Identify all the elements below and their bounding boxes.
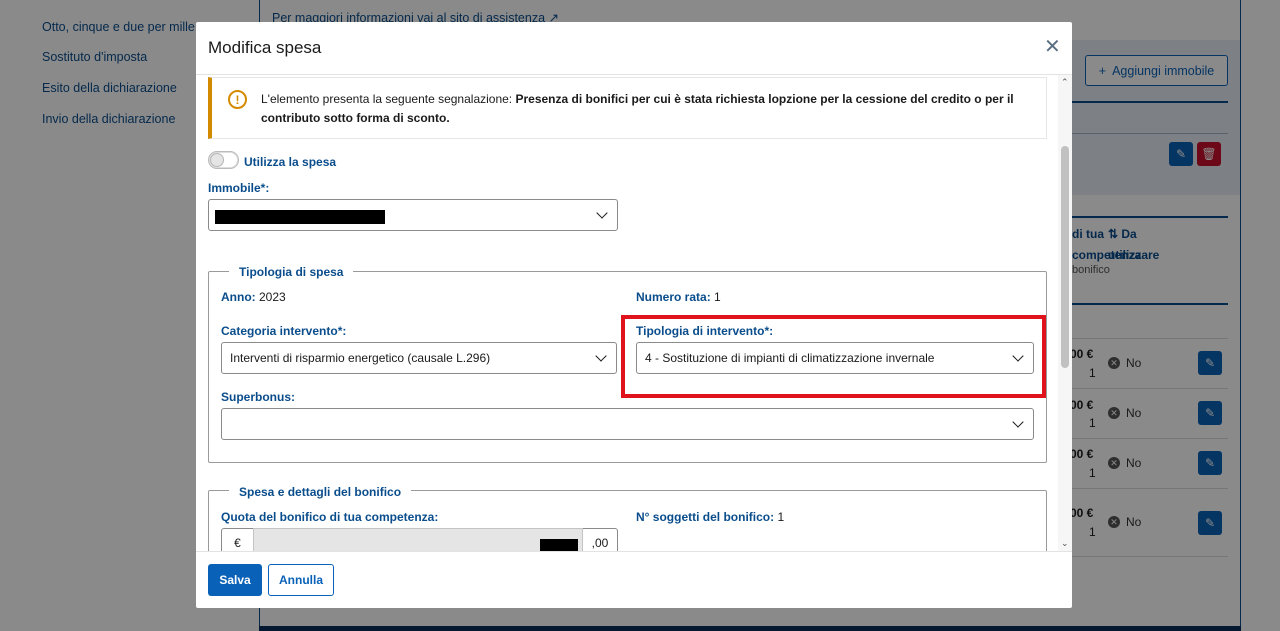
modal-scrollbar[interactable]: ⌃ ⌄ bbox=[1058, 75, 1072, 551]
warning-icon: ! bbox=[228, 90, 247, 109]
anno-value: 2023 bbox=[259, 290, 286, 304]
alert-prefix: L'elemento presenta la seguente segnalaz… bbox=[261, 92, 516, 106]
utilizza-spesa-toggle[interactable] bbox=[208, 151, 239, 169]
redacted-value bbox=[215, 210, 385, 224]
currency-prefix: € bbox=[221, 528, 253, 551]
anno-label: Anno: bbox=[221, 290, 256, 304]
immobile-select[interactable] bbox=[208, 199, 618, 231]
numero-rata-value: 1 bbox=[714, 290, 721, 304]
redacted-value bbox=[540, 539, 578, 551]
warning-alert: ! L'elemento presenta la seguente segnal… bbox=[208, 77, 1047, 139]
scroll-down-icon[interactable]: ⌄ bbox=[1061, 538, 1069, 549]
scroll-thumb[interactable] bbox=[1061, 146, 1069, 368]
toggle-label: Utilizza la spesa bbox=[244, 155, 337, 169]
categoria-label: Categoria intervento*: bbox=[221, 324, 347, 338]
modifica-spesa-modal: Modifica spesa ✕ ! L'elemento presenta l… bbox=[196, 22, 1072, 608]
anno-field: Anno: 2023 bbox=[221, 290, 286, 304]
modal-title: Modifica spesa bbox=[208, 38, 322, 57]
tipologia-spesa-legend: Tipologia di spesa bbox=[229, 265, 354, 279]
soggetti-value: 1 bbox=[777, 510, 785, 524]
scroll-up-icon[interactable]: ⌃ bbox=[1061, 77, 1069, 88]
modal-footer: Salva Annulla bbox=[196, 553, 1072, 608]
numero-rata-field: Numero rata: 1 bbox=[636, 290, 721, 304]
cancel-button[interactable]: Annulla bbox=[268, 564, 334, 596]
modal-body[interactable]: ! L'elemento presenta la seguente segnal… bbox=[196, 74, 1072, 552]
categoria-select[interactable]: Interventi di risparmio energetico (caus… bbox=[221, 342, 617, 374]
numero-rata-label: Numero rata: bbox=[636, 290, 711, 304]
quota-input-group: € ,00 bbox=[221, 528, 618, 551]
chevron-down-icon bbox=[596, 207, 608, 219]
highlight-box bbox=[621, 315, 1046, 398]
chevron-down-icon bbox=[1012, 416, 1024, 428]
superbonus-label: Superbonus: bbox=[221, 390, 295, 404]
chevron-down-icon bbox=[595, 350, 607, 362]
quota-label: Quota del bonifico di tua competenza: bbox=[221, 510, 439, 524]
save-button[interactable]: Salva bbox=[208, 564, 262, 596]
close-icon[interactable]: ✕ bbox=[1044, 37, 1061, 57]
superbonus-select[interactable] bbox=[221, 408, 1034, 440]
soggetti-label: N° soggetti del bonifico: bbox=[636, 510, 775, 524]
categoria-value: Interventi di risparmio energetico (caus… bbox=[230, 351, 491, 365]
alert-text: L'elemento presenta la seguente segnalaz… bbox=[261, 90, 1032, 128]
toggle-knob bbox=[210, 153, 224, 167]
spesa-bonifico-legend: Spesa e dettagli del bonifico bbox=[229, 485, 412, 499]
decimals-suffix: ,00 bbox=[583, 528, 618, 551]
quota-input[interactable] bbox=[253, 528, 583, 551]
immobile-label: Immobile*: bbox=[208, 181, 270, 195]
soggetti-field: N° soggetti del bonifico: 1 bbox=[636, 510, 784, 524]
